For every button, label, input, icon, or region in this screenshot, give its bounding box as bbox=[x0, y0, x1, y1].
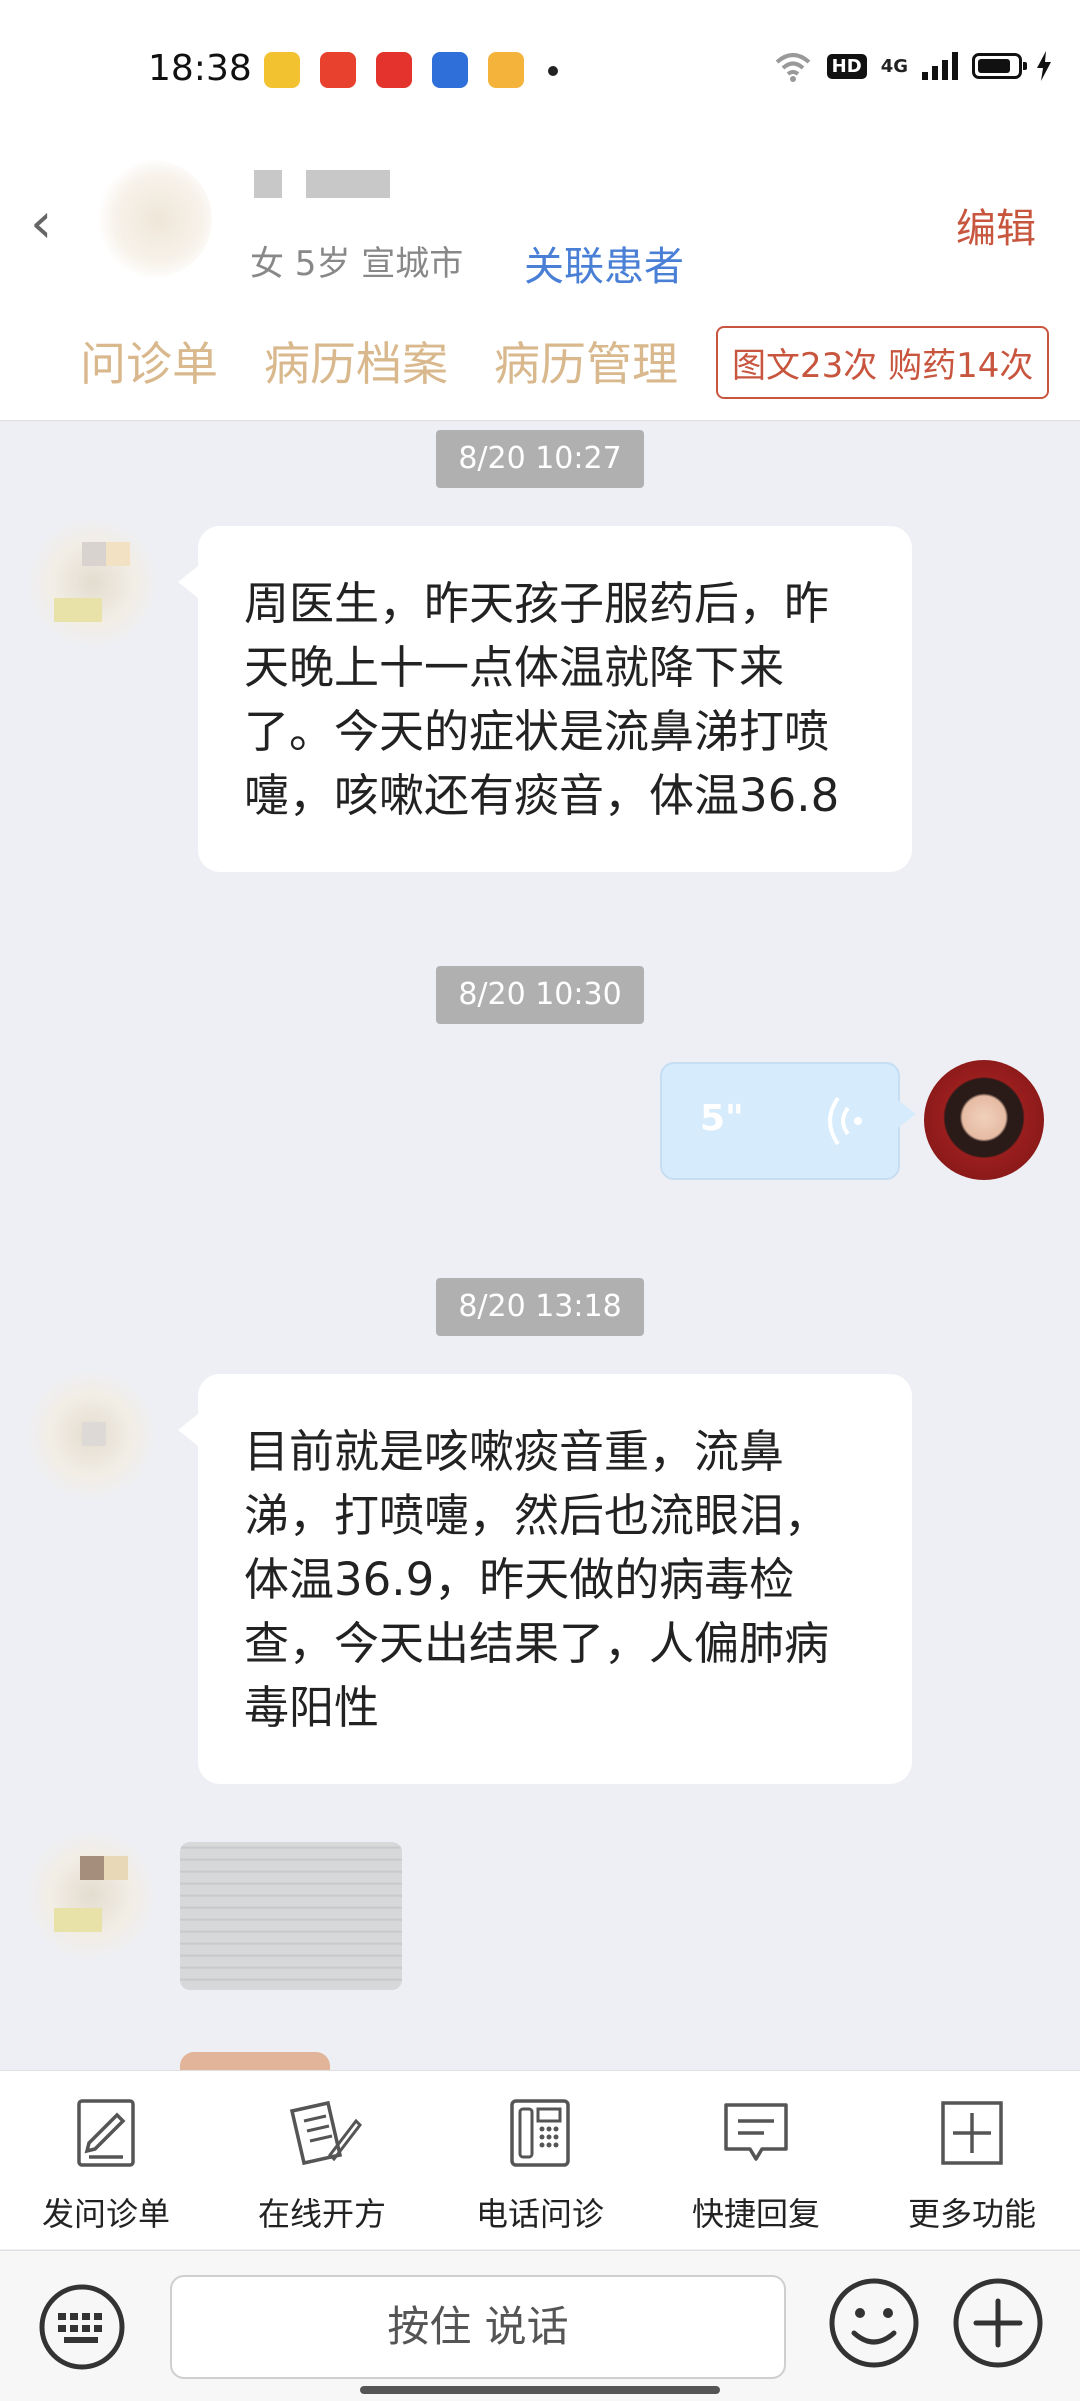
patient-avatar-small[interactable] bbox=[28, 518, 158, 648]
status-app-icon bbox=[376, 52, 412, 88]
tab-medical-records[interactable]: 病历档案 bbox=[264, 328, 448, 394]
voice-duration: 5" bbox=[700, 1098, 744, 1139]
input-bar: 按住 说话 bbox=[0, 2250, 1080, 2401]
keyboard-icon[interactable] bbox=[36, 2281, 128, 2373]
quick-reply-icon bbox=[724, 2103, 788, 2161]
patient-avatar-small[interactable] bbox=[26, 1830, 156, 1960]
phone-consult-button[interactable]: 电话问诊 bbox=[440, 2097, 640, 2235]
quick-reply-button[interactable]: 快捷回复 bbox=[656, 2097, 856, 2235]
message-timestamp: 8/20 13:18 bbox=[436, 1278, 644, 1336]
voice-wave-icon bbox=[828, 1096, 862, 1146]
tab-consult-form[interactable]: 问诊单 bbox=[80, 328, 218, 394]
prescription-icon bbox=[289, 2100, 362, 2166]
form-edit-icon bbox=[77, 2099, 135, 2167]
wifi-icon bbox=[775, 53, 810, 82]
action-toolbar: 发问诊单 在线开方 电话问诊 快捷回复 更多功能 bbox=[0, 2070, 1080, 2249]
edit-button[interactable]: 编辑 bbox=[956, 196, 1036, 254]
patient-avatar bbox=[94, 160, 212, 278]
telephone-icon bbox=[510, 2099, 570, 2167]
status-app-icon bbox=[320, 52, 356, 88]
tool-label: 在线开方 bbox=[257, 2195, 386, 2233]
more-functions-button[interactable]: 更多功能 bbox=[872, 2097, 1072, 2235]
patient-avatar-small[interactable] bbox=[26, 1370, 156, 1500]
emoji-icon[interactable] bbox=[826, 2275, 922, 2371]
hd-badge: HD bbox=[826, 53, 867, 79]
add-icon[interactable] bbox=[950, 2275, 1046, 2371]
network-type: 4G bbox=[880, 55, 908, 77]
tool-label: 发问诊单 bbox=[41, 2195, 170, 2233]
status-app-icon bbox=[488, 52, 524, 88]
tool-label: 快捷回复 bbox=[691, 2195, 820, 2233]
message-timestamp: 8/20 10:27 bbox=[436, 430, 644, 488]
patient-name-redacted bbox=[254, 170, 390, 198]
status-app-icon bbox=[264, 52, 300, 88]
home-indicator[interactable] bbox=[360, 2386, 720, 2394]
tab-record-management[interactable]: 病历管理 bbox=[494, 328, 678, 394]
image-message-partial[interactable] bbox=[180, 2052, 330, 2072]
online-prescribe-button[interactable]: 在线开方 bbox=[222, 2097, 422, 2235]
patient-info: 女 5岁 宣城市 bbox=[250, 244, 464, 284]
tool-label: 更多功能 bbox=[907, 2195, 1036, 2233]
voice-message-bubble[interactable]: 5" bbox=[660, 1062, 916, 1180]
back-icon[interactable]: ‹ bbox=[30, 196, 52, 252]
charging-icon bbox=[1037, 51, 1051, 81]
top-bar: 18:38 HD 4G ‹ 女 5岁 宣城市 关联患者 编辑 问诊单 病历档案 … bbox=[0, 0, 1080, 421]
tab-bar: 问诊单 病历档案 病历管理 bbox=[80, 328, 678, 394]
plus-square-icon bbox=[941, 2101, 1003, 2165]
tool-label: 电话问诊 bbox=[475, 2195, 604, 2233]
status-time: 18:38 bbox=[148, 48, 252, 89]
message-timestamp: 8/20 10:30 bbox=[436, 966, 644, 1024]
signal-icon bbox=[922, 52, 958, 80]
notification-dot bbox=[548, 66, 558, 76]
status-app-icon bbox=[432, 52, 468, 88]
doctor-avatar[interactable] bbox=[924, 1060, 1044, 1180]
send-consult-form-button[interactable]: 发问诊单 bbox=[6, 2097, 206, 2235]
message-bubble[interactable]: 周医生，昨天孩子服药后，昨天晚上十一点体温就降下来了。今天的症状是流鼻涕打喷嚏，… bbox=[178, 526, 912, 872]
hold-to-talk-button[interactable]: 按住 说话 bbox=[170, 2275, 786, 2379]
link-patient-link[interactable]: 关联患者 bbox=[524, 234, 684, 292]
image-message-thumbnail[interactable] bbox=[180, 1842, 402, 1990]
service-count-badge[interactable]: 图文23次 购药14次 bbox=[716, 326, 1050, 399]
message-bubble[interactable]: 目前就是咳嗽痰音重，流鼻涕，打喷嚏，然后也流眼泪，体温36.9，昨天做的病毒检查… bbox=[178, 1374, 912, 1784]
battery-icon bbox=[972, 53, 1027, 79]
status-right: HD 4G bbox=[773, 50, 1052, 82]
